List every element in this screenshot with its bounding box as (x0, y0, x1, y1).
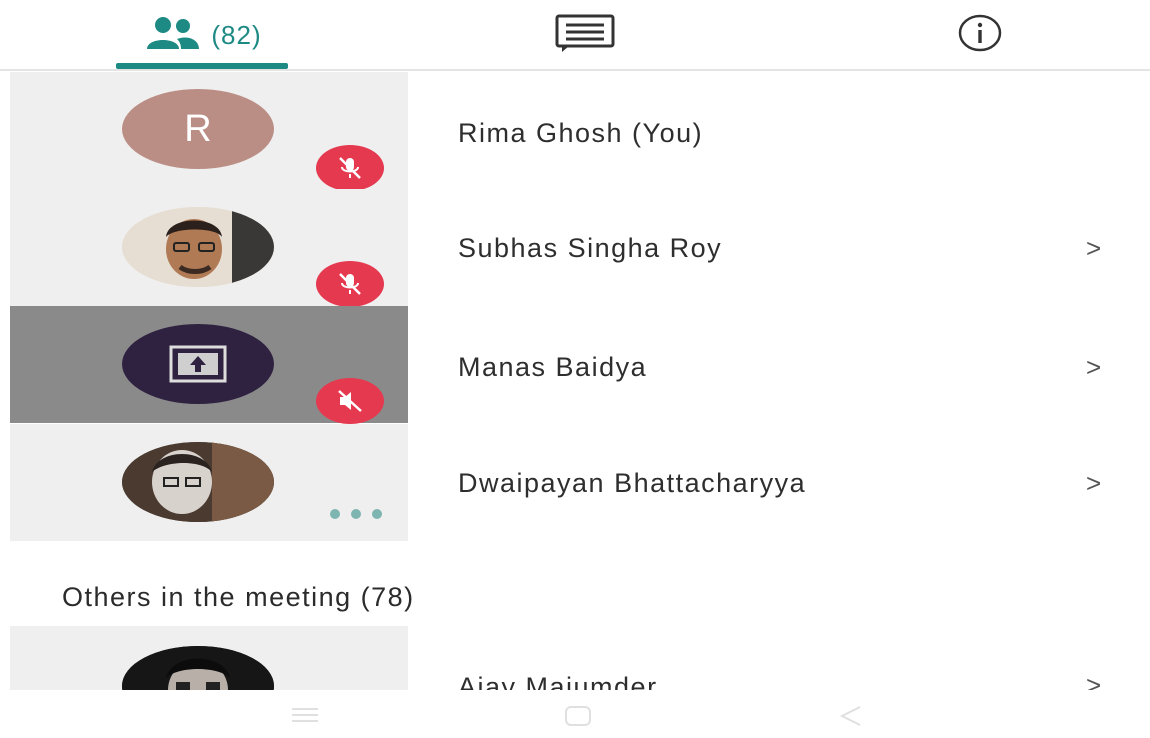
participant-name: Ajay Majumder (458, 672, 658, 690)
screen-share-icon (122, 324, 274, 404)
participant-name: Dwaipayan Bhattacharyya (458, 468, 807, 498)
participant-name: Manas Baidya (458, 352, 648, 382)
info-icon (957, 13, 1003, 58)
others-section-title: Others in the meeting (78) (62, 582, 415, 612)
participant-row-rima[interactable]: R Rima Ghosh (You) (0, 72, 1150, 191)
participant-name: Rima Ghosh (You) (458, 118, 704, 148)
participant-row-subhas[interactable]: Subhas Singha Roy > (0, 189, 1150, 307)
participant-row-ajay[interactable]: Ajay Majumder > (0, 626, 1150, 690)
more-dots-icon[interactable] (326, 507, 386, 521)
chevron-right-icon[interactable]: > (1086, 352, 1101, 383)
chevron-right-icon[interactable]: > (1086, 233, 1101, 264)
participant-count: (82) (211, 19, 262, 50)
volume-off-icon (316, 378, 384, 424)
tab-info[interactable] (920, 0, 1040, 70)
menu-icon[interactable] (290, 704, 320, 731)
avatar-photo (122, 207, 274, 287)
tab-divider (0, 69, 1150, 71)
avatar-photo (122, 442, 274, 522)
tab-chat[interactable] (520, 0, 650, 70)
system-nav-bar (0, 698, 1150, 738)
chevron-right-icon[interactable]: > (1086, 468, 1101, 499)
participant-row-manas[interactable]: Manas Baidya > (0, 306, 1150, 424)
mic-off-icon (316, 261, 384, 307)
mic-off-icon (316, 145, 384, 191)
participant-name: Subhas Singha Roy (458, 233, 723, 263)
home-icon[interactable] (563, 704, 593, 733)
tab-people[interactable]: (82) (115, 0, 290, 70)
chat-icon (554, 13, 616, 58)
people-icon (143, 15, 201, 56)
avatar-initial: R (184, 107, 212, 150)
back-icon[interactable] (836, 704, 866, 733)
tab-bar: (82) (0, 0, 1150, 71)
chevron-right-icon[interactable]: > (1086, 670, 1101, 690)
avatar: R (122, 89, 274, 169)
participant-row-dwaipayan[interactable]: Dwaipayan Bhattacharyya > (0, 424, 1150, 541)
